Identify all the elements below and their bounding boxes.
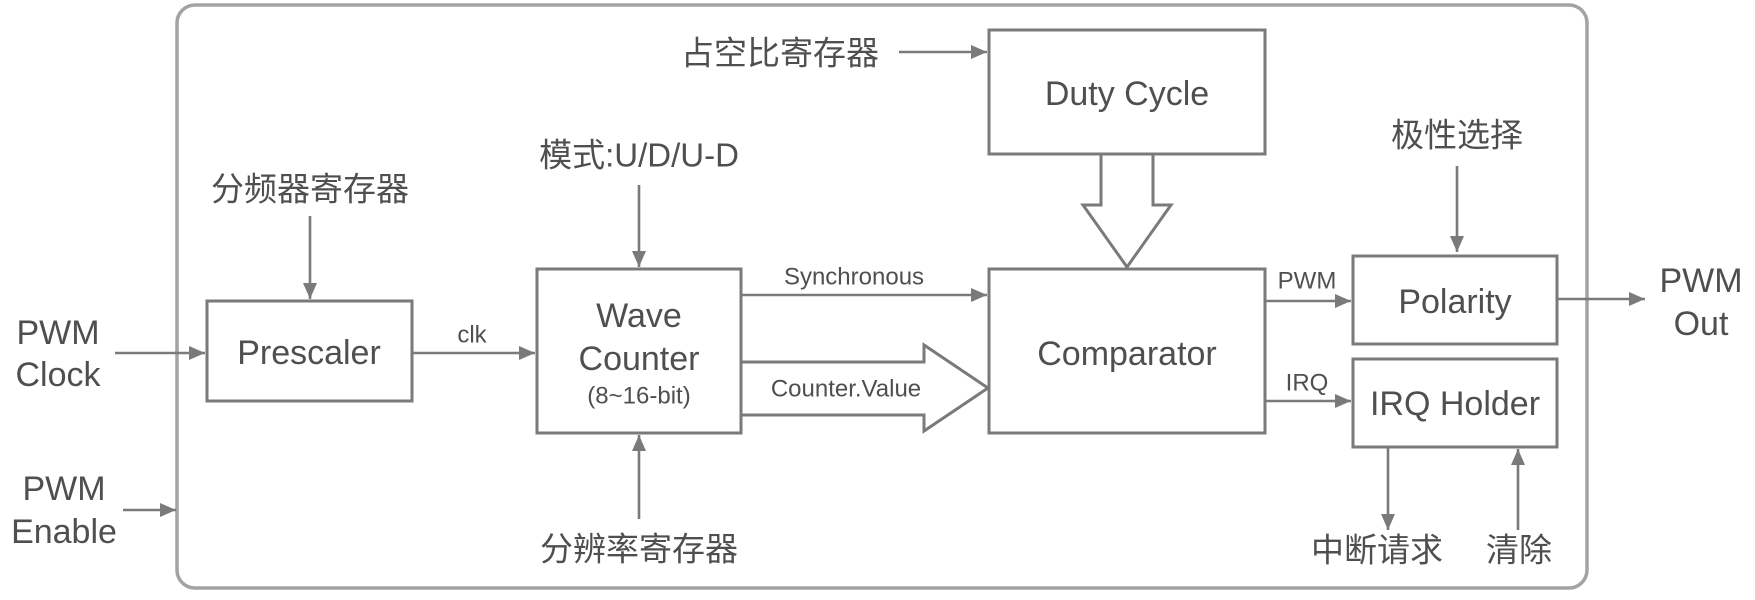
polarity-select-label: 极性选择 <box>1391 117 1523 154</box>
clear-label: 清除 <box>1486 532 1552 569</box>
irq-holder-block: IRQ Holder 中断请求 清除 <box>1311 357 1559 569</box>
pwm-block-diagram: PWM Clock PWM Enable 分频器寄存器 Prescaler cl… <box>11 3 1743 590</box>
comparator-label: Comparator <box>1037 335 1217 373</box>
pwm-signal-label: PWM <box>1278 268 1337 295</box>
polarity-label: Polarity <box>1398 283 1511 321</box>
counter-value-signal: Counter.Value <box>739 342 991 434</box>
clk-label: clk <box>457 322 487 349</box>
pwm-clock-label-line2: Clock <box>15 356 101 394</box>
interrupt-request-label: 中断请求 <box>1311 532 1443 569</box>
wave-counter-label-line1: Wave <box>596 297 682 335</box>
synchronous-signal: Synchronous <box>741 264 987 302</box>
pwm-enable-input: PWM Enable <box>11 470 176 551</box>
duty-cycle-block: 占空比寄存器 Duty Cycle <box>681 28 1267 156</box>
wave-counter-width-note: (8~16-bit) <box>587 383 690 410</box>
module-boundary <box>175 3 1589 590</box>
clk-signal: clk <box>412 322 535 360</box>
counter-value-label: Counter.Value <box>771 376 921 403</box>
wave-counter-label-line2: Counter <box>579 340 700 378</box>
pwm-out-label-line2: Out <box>1674 305 1729 343</box>
prescaler-label: Prescaler <box>237 334 381 372</box>
diagram-canvas: PWM Clock PWM Enable 分频器寄存器 Prescaler cl… <box>0 0 1755 600</box>
irq-signal: IRQ <box>1265 370 1351 408</box>
pwm-enable-label-line1: PWM <box>22 470 105 508</box>
irq-holder-label: IRQ Holder <box>1370 385 1540 423</box>
wave-counter-block: 模式:U/D/U-D Wave Counter (8~16-bit) 分辨率寄存… <box>535 137 743 568</box>
duty-cycle-label: Duty Cycle <box>1045 75 1209 113</box>
synchronous-label: Synchronous <box>784 264 924 291</box>
prescaler-block: 分频器寄存器 Prescaler <box>205 171 414 403</box>
comparator-block: Comparator <box>987 267 1267 435</box>
pwm-signal: PWM <box>1265 268 1351 308</box>
pwm-out-output: PWM Out <box>1557 262 1743 343</box>
mode-label: 模式:U/D/U-D <box>539 137 739 174</box>
irq-signal-label: IRQ <box>1286 370 1329 397</box>
pwm-enable-label-line2: Enable <box>11 513 117 551</box>
polarity-block: 极性选择 Polarity <box>1351 117 1559 346</box>
prescaler-register-label: 分频器寄存器 <box>211 171 409 208</box>
duty-cycle-register-label: 占空比寄存器 <box>681 35 879 72</box>
pwm-out-label-line1: PWM <box>1659 262 1742 300</box>
duty-to-comparator-arrow <box>1080 152 1174 270</box>
resolution-register-label: 分辨率寄存器 <box>540 531 738 568</box>
pwm-clock-label-line1: PWM <box>16 314 99 352</box>
